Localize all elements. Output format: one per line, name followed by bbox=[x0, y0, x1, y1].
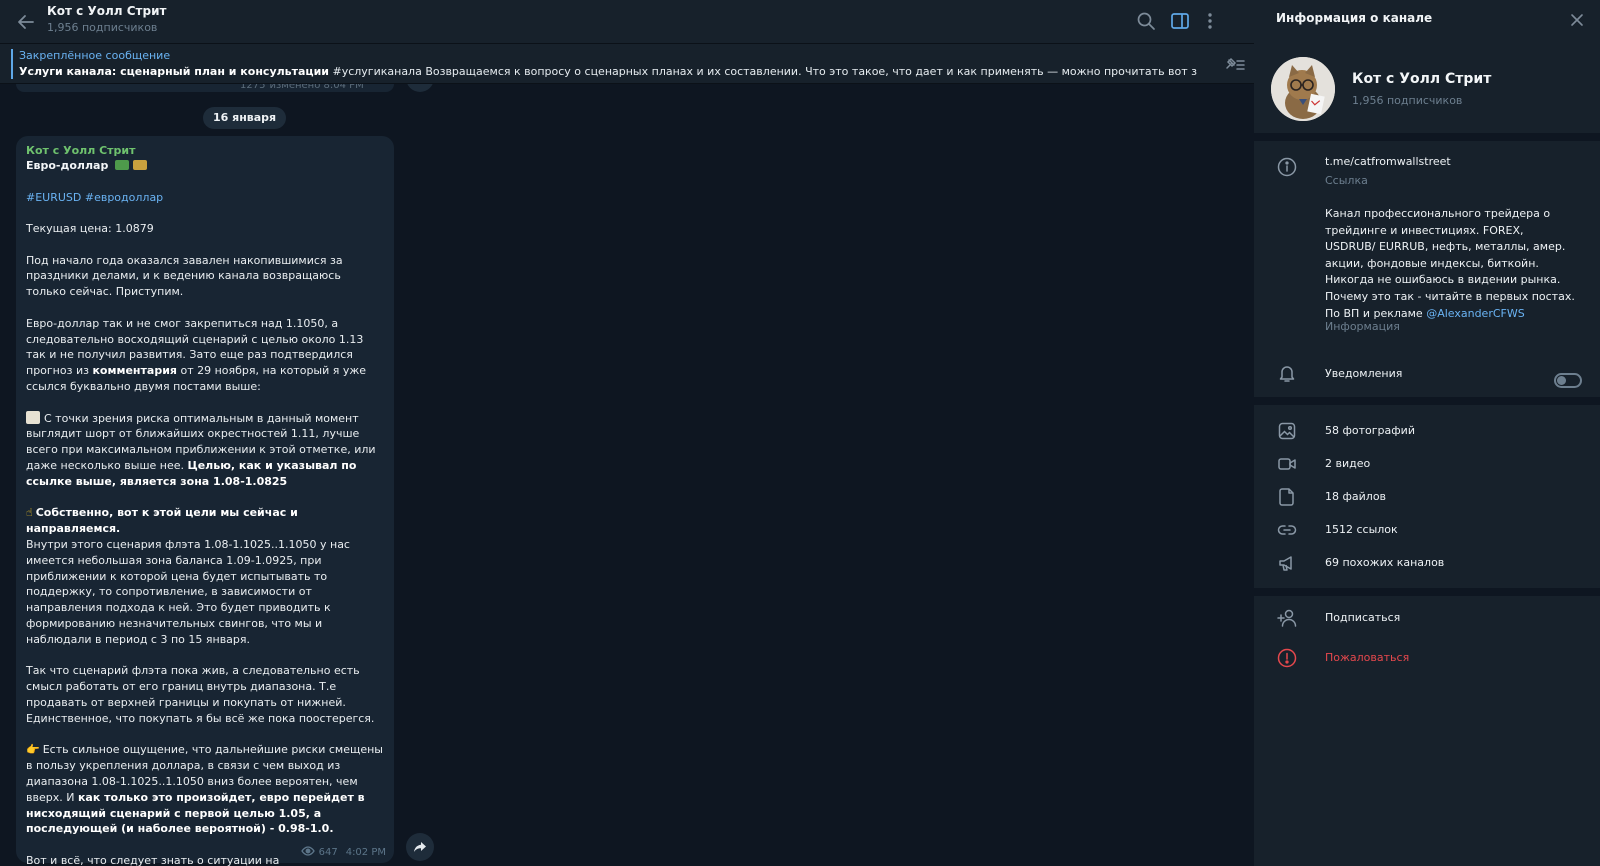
message-time: 4:02 PM bbox=[345, 847, 386, 858]
description-label: Информация bbox=[1325, 320, 1400, 333]
section-divider bbox=[1254, 133, 1600, 141]
section-divider bbox=[1254, 588, 1600, 596]
video-icon bbox=[1276, 453, 1298, 475]
channel-link[interactable]: t.me/catfromwallstreet bbox=[1325, 155, 1451, 168]
add-user-icon bbox=[1276, 607, 1298, 629]
share-icon[interactable] bbox=[406, 833, 434, 861]
report-button[interactable]: Пожаловаться bbox=[1325, 651, 1409, 664]
similar-channels[interactable]: 69 похожих каналов bbox=[1325, 556, 1444, 569]
dollar-banknote-icon bbox=[133, 160, 148, 170]
info-icon bbox=[1276, 156, 1298, 178]
memo-icon bbox=[26, 410, 40, 424]
notifications-label: Уведомления bbox=[1325, 367, 1403, 380]
message-paragraph: ☝ Собственно, вот к этой цели мы сейчас и… bbox=[26, 505, 384, 647]
subscribe-button[interactable]: Подписаться bbox=[1325, 611, 1400, 624]
message-views: 647 bbox=[318, 847, 338, 858]
megaphone-icon bbox=[1276, 552, 1298, 574]
report-icon bbox=[1276, 647, 1298, 669]
message-price: Текущая цена: 1.0879 bbox=[26, 222, 154, 236]
avatar[interactable] bbox=[1271, 57, 1335, 121]
sidebar-toggle-icon[interactable] bbox=[1169, 10, 1191, 32]
toggle-knob bbox=[1557, 376, 1566, 385]
pinned-preview: Услуги канала: сценарный план и консульт… bbox=[19, 65, 1214, 78]
message-author[interactable]: Кот с Уолл Стрит bbox=[26, 144, 384, 158]
message-bold-text: Собственно, вот к этой цели мы сейчас и … bbox=[26, 506, 298, 536]
more-vertical-icon[interactable] bbox=[1199, 10, 1221, 32]
media-videos[interactable]: 2 видео bbox=[1325, 457, 1370, 470]
euro-banknote-icon bbox=[115, 160, 130, 170]
message-meta: 647 4:02 PM bbox=[300, 846, 386, 859]
pinned-indicator bbox=[11, 49, 13, 79]
description-mention-link[interactable]: @AlexanderCFWS bbox=[1426, 307, 1525, 320]
message-title-text: Евро-доллар bbox=[26, 159, 109, 172]
pinned-label: Закреплённое сообщение bbox=[19, 49, 171, 62]
message-hashtags[interactable]: #EURUSD #евродоллар bbox=[26, 190, 384, 206]
notifications-toggle[interactable] bbox=[1554, 373, 1582, 388]
pinned-title: Услуги канала: сценарный план и консульт… bbox=[19, 65, 329, 78]
pinned-message-bar[interactable]: Закреплённое сообщение Услуги канала: сц… bbox=[0, 44, 1254, 84]
chat-area: 1275 изменено 8:04 PM Кот с Уолл Стрит 1… bbox=[0, 0, 1254, 866]
file-icon bbox=[1276, 486, 1298, 508]
eye-icon bbox=[300, 846, 315, 859]
pointing-right-icon: 👉 bbox=[26, 743, 40, 757]
previous-share-button[interactable] bbox=[406, 84, 434, 92]
channel-link-label: Ссылка bbox=[1325, 174, 1368, 187]
date-separator: 16 января bbox=[203, 107, 287, 129]
comment-link[interactable]: комментария bbox=[92, 364, 177, 377]
message-bubble[interactable]: Кот с Уолл Стрит Евро-доллар #EURUSD #ев… bbox=[16, 136, 394, 866]
message-paragraph: 👉 Есть сильное ощущение, что дальнейшие р… bbox=[26, 742, 384, 837]
message-text: Внутри этого сценария флэта 1.08-1.1025.… bbox=[26, 538, 350, 646]
search-icon[interactable] bbox=[1135, 10, 1157, 32]
media-files[interactable]: 18 файлов bbox=[1325, 490, 1386, 503]
pointing-up-icon: ☝ bbox=[26, 506, 33, 520]
channel-description: Канал профессионального трейдера о трейд… bbox=[1325, 206, 1577, 322]
message-paragraph: Так что сценарий флэта пока жив, а следо… bbox=[26, 664, 375, 725]
media-links[interactable]: 1512 ссылок bbox=[1325, 523, 1398, 536]
message-title: Евро-доллар bbox=[26, 158, 384, 174]
message-paragraph: С точки зрения риска оптимальным в данны… bbox=[26, 410, 384, 490]
link-icon bbox=[1276, 519, 1298, 541]
channel-info-panel: Информация о канале Кот с Уолл Стрит 1,9… bbox=[1254, 0, 1600, 866]
message-paragraph: Евро-доллар так и не смог закрепиться на… bbox=[26, 316, 384, 395]
media-photos[interactable]: 58 фотографий bbox=[1325, 424, 1415, 437]
channel-subscribers: 1,956 подписчиков bbox=[47, 21, 158, 34]
panel-title: Информация о канале bbox=[1276, 11, 1433, 25]
unpin-icon[interactable] bbox=[1222, 54, 1246, 74]
channel-description-text: Канал профессионального трейдера о трейд… bbox=[1325, 207, 1575, 320]
panel-subscribers: 1,956 подписчиков bbox=[1352, 94, 1463, 107]
section-divider bbox=[1254, 397, 1600, 405]
message-paragraph: Под начало года оказался завален накопив… bbox=[26, 253, 343, 299]
back-arrow-icon[interactable] bbox=[14, 10, 38, 34]
photo-icon bbox=[1276, 420, 1298, 442]
bell-icon bbox=[1276, 362, 1298, 384]
close-icon[interactable] bbox=[1568, 11, 1586, 29]
channel-title[interactable]: Кот с Уолл Стрит bbox=[47, 4, 166, 18]
message-paragraph: Вот и всё, что следует знать о ситуации … bbox=[26, 853, 280, 866]
pinned-text: #услугиканала Возвращаемся к вопросу о с… bbox=[329, 65, 1198, 78]
panel-channel-name: Кот с Уолл Стрит bbox=[1352, 71, 1492, 87]
chat-header: Кот с Уолл Стрит 1,956 подписчиков bbox=[0, 0, 1254, 44]
